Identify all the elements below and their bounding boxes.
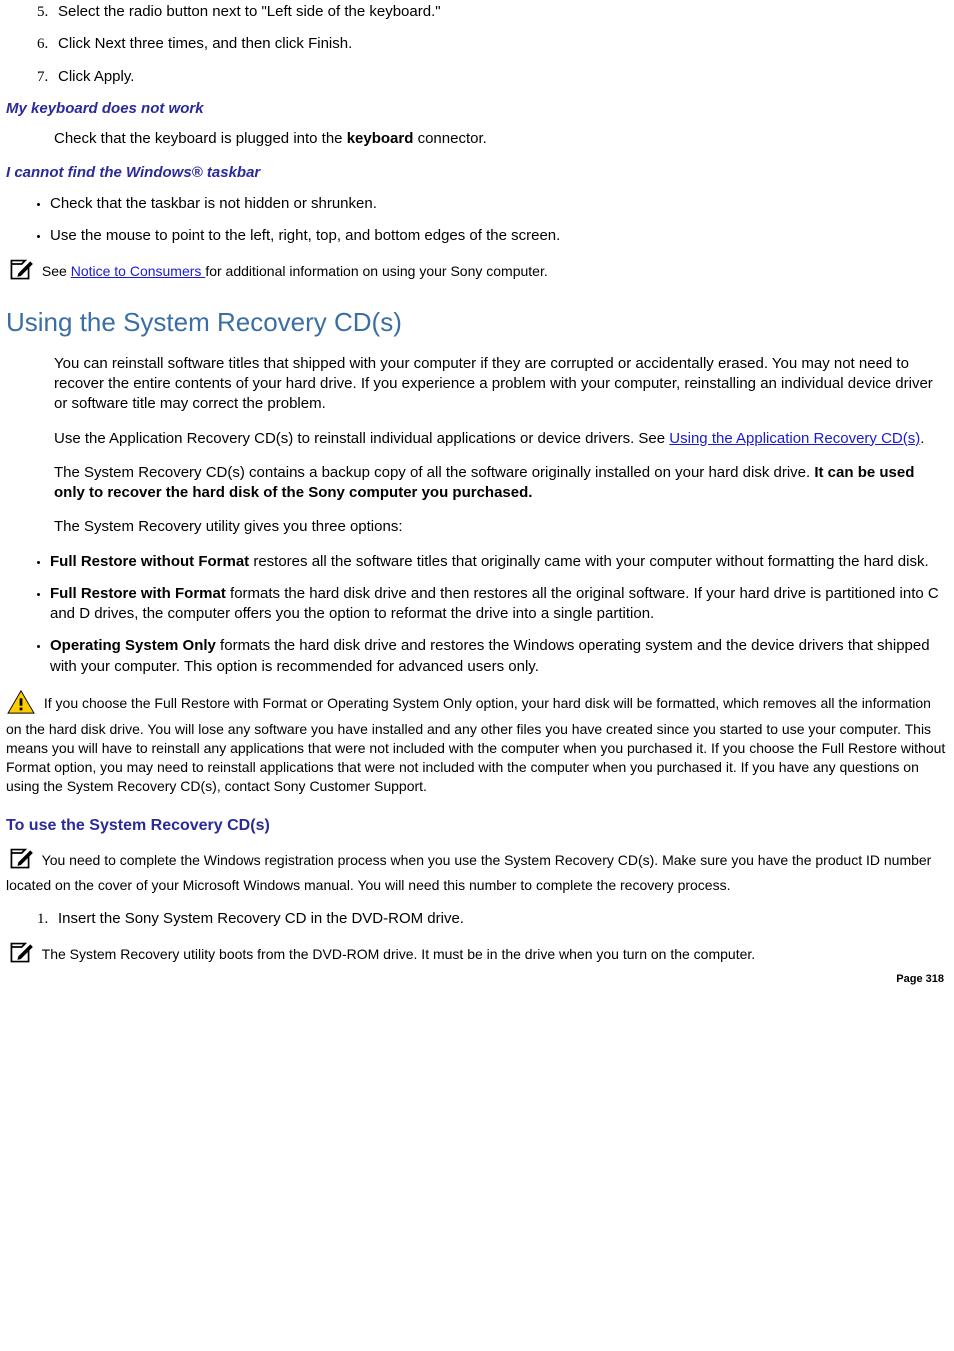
option-full-restore-noformat: Full Restore without Format restores all…	[50, 552, 948, 572]
step-7: Click Apply.	[52, 67, 948, 87]
recovery-p4: The System Recovery utility gives you th…	[54, 517, 948, 537]
recovery-step-1: Insert the Sony System Recovery CD in th…	[52, 909, 948, 929]
format-warning: If you choose the Full Restore with Form…	[6, 689, 948, 795]
pencil-note-icon	[6, 258, 34, 287]
step-5: Select the radio button next to "Left si…	[52, 2, 948, 22]
top-steps-list: Select the radio button next to "Left si…	[6, 2, 948, 87]
recovery-p1: You can reinstall software titles that s…	[54, 354, 948, 415]
taskbar-bullet-1: Check that the taskbar is not hidden or …	[50, 194, 948, 214]
to-use-recovery-heading: To use the System Recovery CD(s)	[6, 815, 948, 837]
taskbar-bullet-2: Use the mouse to point to the left, righ…	[50, 226, 948, 246]
recovery-options-list: Full Restore without Format restores all…	[6, 552, 948, 677]
boot-note: The System Recovery utility boots from t…	[6, 941, 948, 970]
keyboard-not-work-heading: My keyboard does not work	[6, 99, 948, 119]
option-full-restore-format: Full Restore with Format formats the har…	[50, 584, 948, 625]
recovery-p2: Use the Application Recovery CD(s) to re…	[54, 429, 948, 449]
pencil-note-icon	[6, 847, 34, 876]
keyboard-check-text: Check that the keyboard is plugged into …	[54, 129, 948, 149]
registration-note: You need to complete the Windows registr…	[6, 847, 948, 895]
page-number: Page 318	[896, 972, 944, 987]
pencil-note-icon	[6, 941, 34, 970]
taskbar-heading: I cannot find the Windows® taskbar	[6, 163, 948, 183]
app-recovery-link[interactable]: Using the Application Recovery CD(s)	[669, 430, 920, 447]
notice-to-consumers-link[interactable]: Notice to Consumers	[71, 263, 206, 279]
consumer-notice-note: See Notice to Consumers for additional i…	[6, 258, 948, 287]
warning-triangle-icon	[6, 689, 36, 720]
option-os-only: Operating System Only formats the hard d…	[50, 636, 948, 677]
recovery-steps-list: Insert the Sony System Recovery CD in th…	[6, 909, 948, 929]
system-recovery-title: Using the System Recovery CD(s)	[6, 305, 948, 340]
recovery-p3: The System Recovery CD(s) contains a bac…	[54, 463, 948, 504]
step-6: Click Next three times, and then click F…	[52, 34, 948, 54]
taskbar-bullets: Check that the taskbar is not hidden or …	[6, 194, 948, 247]
